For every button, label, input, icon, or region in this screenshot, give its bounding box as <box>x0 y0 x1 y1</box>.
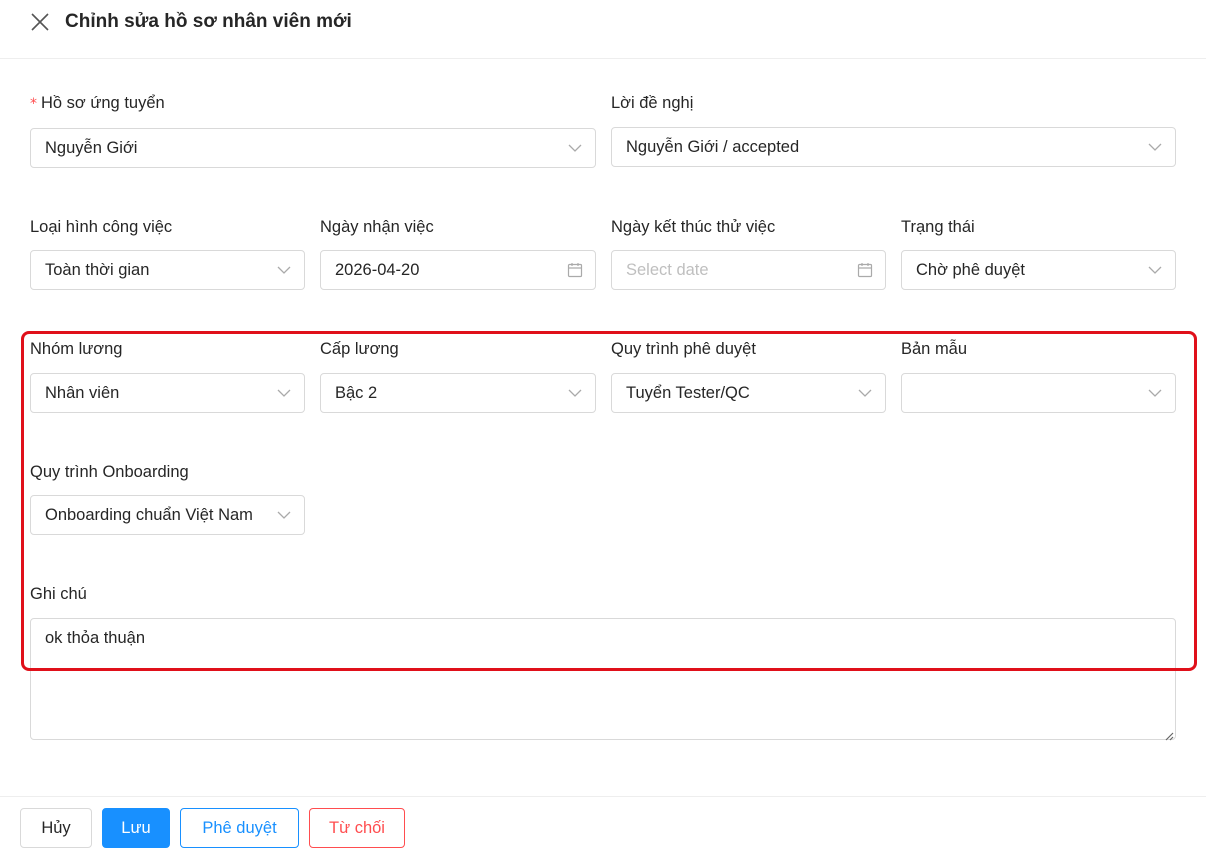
offer-select[interactable]: Nguyễn Giới / accepted <box>611 127 1176 167</box>
page-title: Chỉnh sửa hồ sơ nhân viên mới <box>65 11 352 32</box>
salary-level-value: Bậc 2 <box>335 384 378 402</box>
chevron-down-icon <box>1147 139 1163 155</box>
chevron-down-icon <box>567 140 583 156</box>
salary-level-select[interactable]: Bậc 2 <box>320 373 596 413</box>
application-label: * Hồ sơ ứng tuyển <box>30 92 165 115</box>
reject-button[interactable]: Từ chối <box>309 808 405 848</box>
save-button[interactable]: Lưu <box>102 808 170 848</box>
approve-button[interactable]: Phê duyệt <box>180 808 299 848</box>
calendar-icon <box>567 262 583 278</box>
salary-group-label: Nhóm lương <box>30 340 123 358</box>
note-value: ok thỏa thuận <box>45 629 145 647</box>
probation-end-placeholder: Select date <box>626 261 709 279</box>
start-date-value: 2026-04-20 <box>335 261 420 279</box>
template-select[interactable] <box>901 373 1176 413</box>
application-value: Nguyễn Giới <box>45 139 138 157</box>
chevron-down-icon <box>276 385 292 401</box>
salary-group-value: Nhân viên <box>45 384 120 402</box>
chevron-down-icon <box>276 262 292 278</box>
chevron-down-icon <box>567 385 583 401</box>
probation-end-label: Ngày kết thúc thử việc <box>611 218 776 236</box>
job-type-value: Toàn thời gian <box>45 261 150 279</box>
chevron-down-icon <box>1147 262 1163 278</box>
application-select[interactable]: Nguyễn Giới <box>30 128 596 168</box>
status-label: Trạng thái <box>901 218 975 236</box>
note-textarea[interactable]: ok thỏa thuận <box>30 618 1176 741</box>
resize-handle-icon[interactable] <box>1164 728 1174 741</box>
onboarding-value: Onboarding chuẩn Việt Nam <box>45 506 253 524</box>
template-label: Bản mẫu <box>901 340 968 358</box>
chevron-down-icon <box>1147 385 1163 401</box>
chevron-down-icon <box>857 385 873 401</box>
close-icon[interactable] <box>30 12 50 32</box>
onboarding-label: Quy trình Onboarding <box>30 463 189 481</box>
offer-value: Nguyễn Giới / accepted <box>626 138 800 156</box>
approval-process-label: Quy trình phê duyệt <box>611 340 756 358</box>
approval-process-select[interactable]: Tuyển Tester/QC <box>611 373 886 413</box>
job-type-label: Loại hình công việc <box>30 218 173 236</box>
status-select[interactable]: Chờ phê duyệt <box>901 250 1176 290</box>
salary-level-label: Cấp lương <box>320 340 399 358</box>
calendar-icon <box>857 262 873 278</box>
offer-label: Lời đề nghị <box>611 94 694 112</box>
modal-header: Chỉnh sửa hồ sơ nhân viên mới <box>0 0 1206 59</box>
cancel-button[interactable]: Hủy <box>20 808 92 848</box>
salary-group-select[interactable]: Nhân viên <box>30 373 305 413</box>
chevron-down-icon <box>276 507 292 523</box>
start-date-label: Ngày nhận việc <box>320 218 434 236</box>
probation-end-picker[interactable]: Select date <box>611 250 886 290</box>
modal-footer: Hủy Lưu Phê duyệt Từ chối <box>0 796 1206 853</box>
approval-process-value: Tuyển Tester/QC <box>626 384 750 402</box>
start-date-picker[interactable]: 2026-04-20 <box>320 250 596 290</box>
job-type-select[interactable]: Toàn thời gian <box>30 250 305 290</box>
note-label: Ghi chú <box>30 585 87 603</box>
status-value: Chờ phê duyệt <box>916 261 1025 279</box>
onboarding-select[interactable]: Onboarding chuẩn Việt Nam <box>30 495 305 535</box>
application-label-text: Hồ sơ ứng tuyển <box>41 94 165 112</box>
required-mark: * <box>30 96 37 112</box>
